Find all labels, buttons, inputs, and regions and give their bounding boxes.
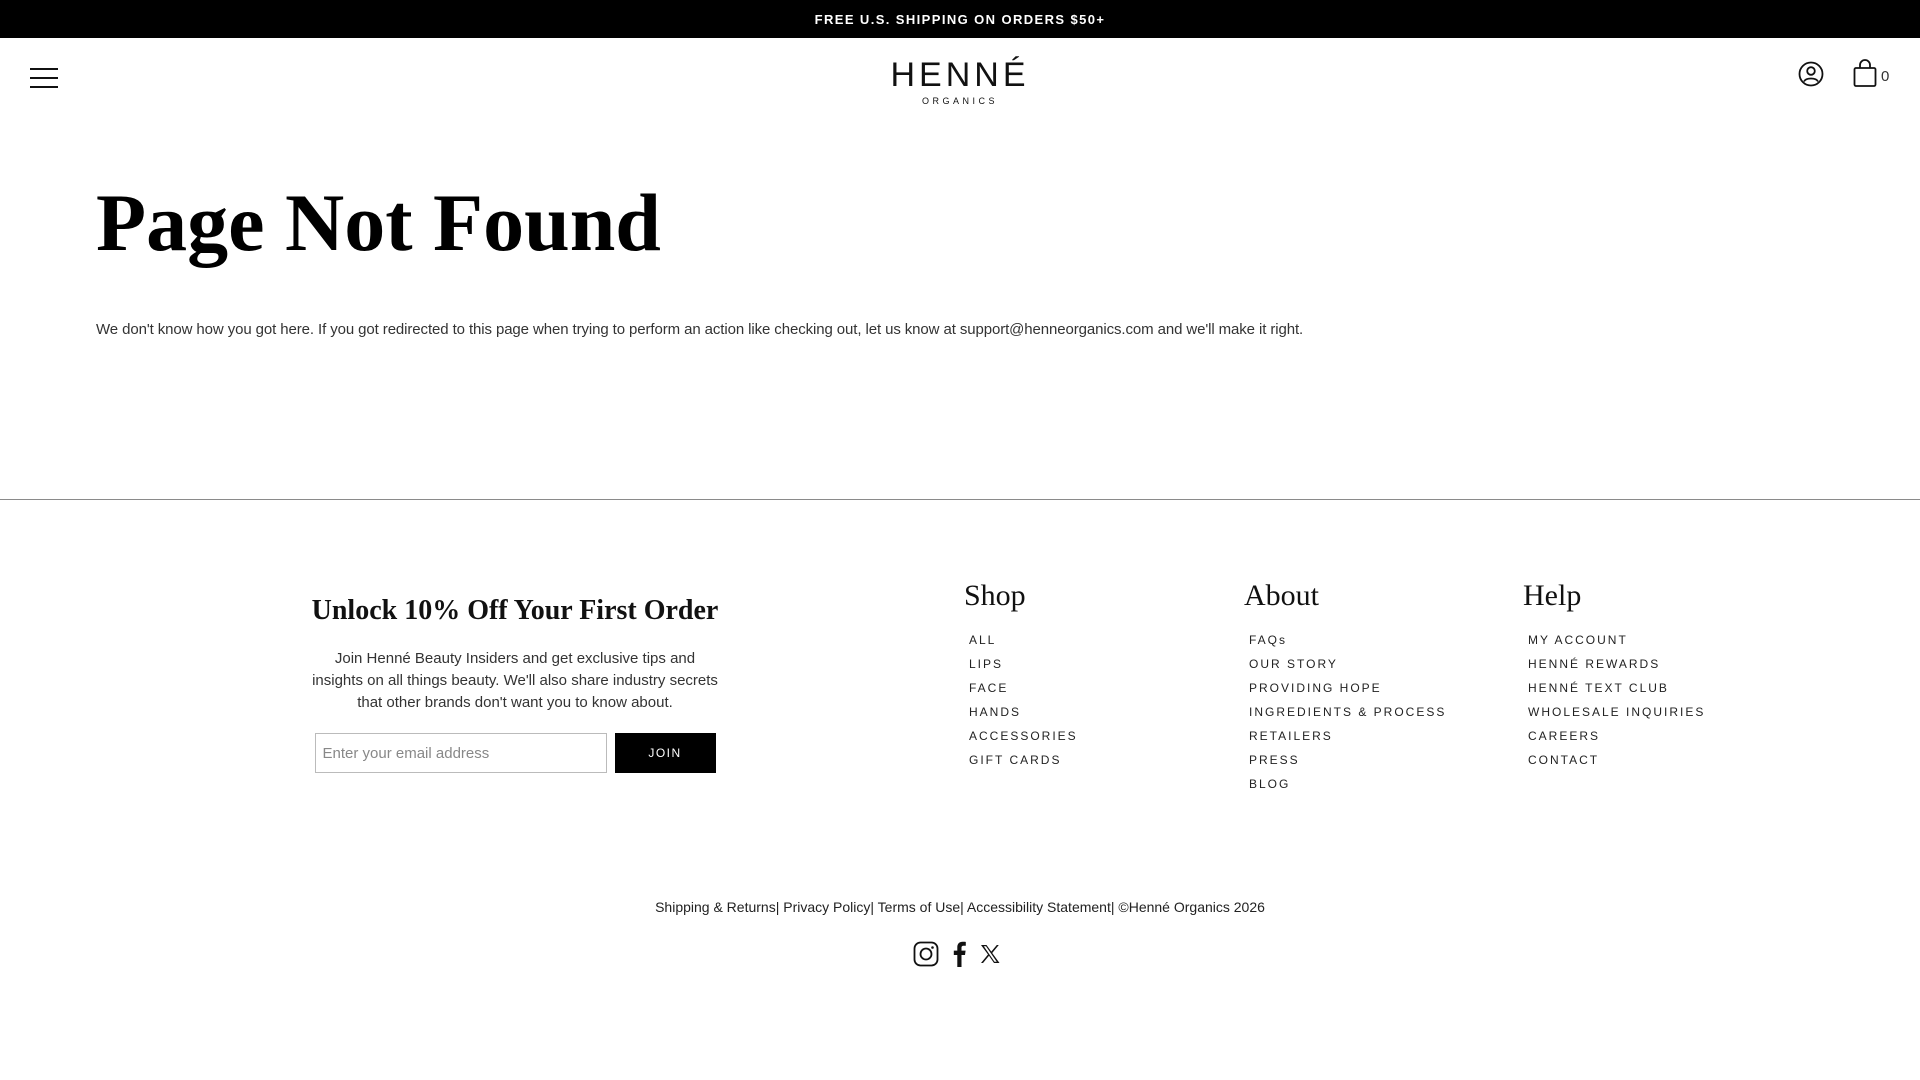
footer-link-rewards[interactable]: HENNÉ REWARDS <box>1528 652 1705 676</box>
cart-count: 0 <box>1881 68 1890 85</box>
footer-link-face[interactable]: FACE <box>969 676 1078 700</box>
cart-button[interactable]: 0 <box>1852 58 1889 88</box>
footer-about-title: About <box>1244 579 1319 612</box>
account-icon[interactable] <box>1797 60 1825 88</box>
footer-link-ingredients[interactable]: INGREDIENTS & PROCESS <box>1249 700 1446 724</box>
footer-link-lips[interactable]: LIPS <box>969 652 1078 676</box>
footer-link-press[interactable]: PRESS <box>1249 748 1446 772</box>
email-field[interactable] <box>314 733 607 773</box>
logo-subtitle: ORGANICS <box>921 96 998 106</box>
legal-separator: | <box>870 899 875 915</box>
hamburger-menu-icon[interactable] <box>30 68 60 90</box>
brand-logo[interactable]: HENNÉ ORGANICS <box>860 56 1060 106</box>
footer-divider <box>0 499 1920 500</box>
page-message: We don't know how you got here. If you g… <box>96 321 1304 338</box>
social-links <box>913 940 1001 973</box>
announcement-text: FREE U.S. SHIPPING ON ORDERS $50+ <box>814 11 1106 27</box>
site-header: HENNÉ ORGANICS 0 <box>0 38 1920 128</box>
footer-link-all[interactable]: ALL <box>969 628 1078 652</box>
announcement-bar: FREE U.S. SHIPPING ON ORDERS $50+ <box>0 0 1920 38</box>
terms-of-use-link[interactable]: Terms of Use <box>878 899 960 915</box>
footer-link-blog[interactable]: BLOG <box>1249 772 1446 796</box>
instagram-icon[interactable] <box>913 941 939 972</box>
x-twitter-icon[interactable] <box>979 943 1001 970</box>
footer-link-careers[interactable]: CAREERS <box>1528 724 1705 748</box>
footer-link-accessories[interactable]: ACCESSORIES <box>969 724 1078 748</box>
privacy-policy-link[interactable]: Privacy Policy <box>783 899 870 915</box>
footer-shop-title: Shop <box>964 579 1026 612</box>
footer-help-column: Help MY ACCOUNT HENNÉ REWARDS HENNÉ TEXT… <box>1523 578 1705 772</box>
newsletter-title: Unlock 10% Off Your First Order <box>311 595 719 626</box>
footer-link-retailers[interactable]: RETAILERS <box>1249 724 1446 748</box>
footer-link-text-club[interactable]: HENNÉ TEXT CLUB <box>1528 676 1705 700</box>
legal-links: Shipping & Returns| Privacy Policy| Term… <box>0 899 1920 915</box>
footer-about-column: About FAQs OUR STORY PROVIDING HOPE INGR… <box>1244 578 1446 796</box>
footer-link-my-account[interactable]: MY ACCOUNT <box>1528 628 1705 652</box>
footer-link-wholesale[interactable]: WHOLESALE INQUIRIES <box>1528 700 1705 724</box>
shopping-bag-icon <box>1853 59 1877 87</box>
shipping-returns-link[interactable]: Shipping & Returns <box>655 899 776 915</box>
footer-link-faqs[interactable]: FAQs <box>1249 628 1446 652</box>
footer-link-hands[interactable]: HANDS <box>969 700 1078 724</box>
footer-link-gift-cards[interactable]: GIFT CARDS <box>969 748 1078 772</box>
newsletter-text: Join Henné Beauty Insiders and get exclu… <box>312 650 718 711</box>
footer-help-title: Help <box>1523 579 1582 612</box>
accessibility-link[interactable]: Accessibility Statement <box>967 899 1111 915</box>
copyright-text: ©Henné Organics 2026 <box>1118 899 1265 915</box>
newsletter-form: JOIN <box>310 733 720 773</box>
legal-separator: | <box>960 899 964 915</box>
join-button[interactable]: JOIN <box>614 733 716 773</box>
logo-wordmark: HENNÉ <box>890 56 1030 94</box>
newsletter-section: Unlock 10% Off Your First Order Join Hen… <box>310 594 720 773</box>
footer-link-contact[interactable]: CONTACT <box>1528 748 1705 772</box>
facebook-icon[interactable] <box>951 940 967 973</box>
legal-separator: | <box>1110 899 1115 915</box>
footer-link-providing-hope[interactable]: PROVIDING HOPE <box>1249 676 1446 700</box>
main-content: Page Not Found We don't know how you got… <box>96 175 1796 338</box>
footer-shop-column: Shop ALL LIPS FACE HANDS ACCESSORIES GIF… <box>964 578 1078 772</box>
legal-separator: | <box>775 899 780 915</box>
footer-link-our-story[interactable]: OUR STORY <box>1249 652 1446 676</box>
page-title: Page Not Found <box>96 177 661 268</box>
